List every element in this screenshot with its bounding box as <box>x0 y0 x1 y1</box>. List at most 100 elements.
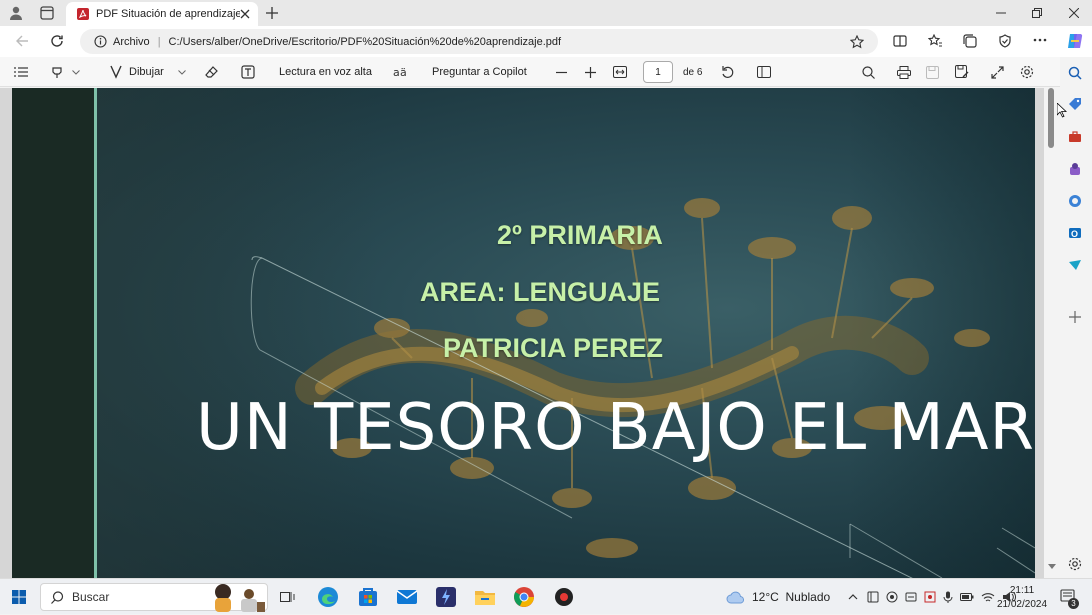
text-box-icon <box>241 65 255 79</box>
url-bar[interactable]: Archivo | C:/Users/alber/OneDrive/Escrit… <box>80 29 878 54</box>
wifi-icon[interactable] <box>981 592 995 603</box>
browser-essentials-icon[interactable] <box>998 34 1012 48</box>
save-as-button[interactable] <box>955 57 969 87</box>
svg-text:a: a <box>393 66 400 79</box>
shopping-tag-icon[interactable] <box>1068 97 1082 111</box>
screen-recorder-icon[interactable] <box>552 585 576 609</box>
page-number-field[interactable]: 1 <box>643 57 673 87</box>
draw-label: Dibujar <box>129 66 164 78</box>
url-text[interactable]: C:/Users/alber/OneDrive/Escritorio/PDF%2… <box>169 36 562 48</box>
copilot-icon[interactable] <box>1065 31 1085 51</box>
search-highlight-illustration <box>215 584 265 612</box>
page-view-button[interactable] <box>757 57 771 87</box>
print-button[interactable] <box>897 57 911 87</box>
file-explorer-icon[interactable] <box>473 585 497 609</box>
erase-button[interactable] <box>205 57 219 87</box>
draw-button[interactable]: Dibujar <box>110 57 186 87</box>
contents-button[interactable] <box>14 57 28 87</box>
chevron-down-icon[interactable] <box>178 69 186 75</box>
power-automate-icon[interactable] <box>434 585 458 609</box>
edge-browser-icon[interactable] <box>316 585 340 609</box>
profile-icon[interactable] <box>8 5 24 21</box>
minimize-button[interactable] <box>983 0 1019 26</box>
draw-pen-icon <box>110 65 122 79</box>
fullscreen-button[interactable] <box>991 57 1004 87</box>
system-tray: 12°C Nublado <box>720 579 1017 615</box>
scroll-down-arrow-icon[interactable] <box>1048 564 1056 570</box>
svg-text:O: O <box>1071 229 1078 239</box>
new-tab-icon[interactable] <box>265 6 279 20</box>
vertical-scrollbar[interactable] <box>1044 88 1060 578</box>
collections-icon[interactable] <box>963 34 977 48</box>
address-bar-row: Archivo | C:/Users/alber/OneDrive/Escrit… <box>0 26 1092 57</box>
table-of-contents-icon <box>14 66 28 78</box>
pdf-viewer[interactable]: 2º PRIMARIA AREA: LENGUAJE PATRICIA PERE… <box>0 88 1044 578</box>
task-view-icon[interactable] <box>280 590 295 604</box>
save-button[interactable] <box>926 57 939 87</box>
highlighter-icon <box>50 65 64 79</box>
favorite-star-icon[interactable] <box>850 35 864 49</box>
battery-icon[interactable] <box>960 592 974 602</box>
pdf-file-icon <box>76 7 90 21</box>
search-icon[interactable] <box>1068 66 1082 80</box>
tray-app-icon[interactable] <box>867 591 879 603</box>
close-tab-icon[interactable] <box>240 9 250 19</box>
windows-start-icon[interactable] <box>12 590 26 604</box>
page-total: de 6 <box>683 66 703 78</box>
games-icon[interactable] <box>1068 162 1082 176</box>
sidebar-settings-icon[interactable] <box>1068 557 1082 571</box>
tools-icon[interactable] <box>1068 130 1082 144</box>
search-pdf-button[interactable] <box>862 57 875 87</box>
mail-icon[interactable] <box>395 585 419 609</box>
notification-count-badge: 3 <box>1068 598 1079 609</box>
slide-grade: 2º PRIMARIA <box>497 220 663 250</box>
url-scheme-label: Archivo <box>113 35 150 48</box>
highlight-button[interactable] <box>50 57 80 87</box>
microsoft-store-icon[interactable] <box>356 585 380 609</box>
weather-text[interactable]: 12°C Nublado <box>752 590 830 604</box>
microphone-icon[interactable] <box>943 591 953 603</box>
chevron-up-icon[interactable] <box>848 594 858 600</box>
onedrive-icon[interactable] <box>905 591 917 603</box>
ask-copilot-button[interactable]: Preguntar a Copilot <box>432 57 527 87</box>
drop-icon[interactable] <box>1068 258 1082 272</box>
screen-capture-icon[interactable] <box>924 591 936 603</box>
back-icon[interactable] <box>15 34 29 48</box>
search-icon <box>51 590 64 604</box>
page-number-input[interactable]: 1 <box>643 61 673 83</box>
taskbar-clock[interactable]: 21:11 21/02/2024 <box>996 584 1048 612</box>
tab-actions-icon[interactable] <box>40 6 54 20</box>
read-aloud-button[interactable]: Lectura en voz alta <box>279 57 372 87</box>
translate-button[interactable]: aä <box>393 57 409 87</box>
zoom-out-button[interactable] <box>556 57 567 87</box>
tab-title: PDF Situación de aprendizaje.pdf <box>96 8 240 20</box>
outlook-icon[interactable]: O <box>1068 226 1082 240</box>
eraser-icon <box>205 65 219 79</box>
split-screen-icon[interactable] <box>893 34 907 48</box>
restore-button[interactable] <box>1019 0 1055 26</box>
chevron-down-icon[interactable] <box>72 69 80 75</box>
more-options-icon[interactable] <box>1033 38 1047 42</box>
favorites-icon[interactable] <box>928 34 943 48</box>
close-window-button[interactable] <box>1056 0 1092 26</box>
info-icon[interactable] <box>94 35 107 48</box>
meet-now-icon[interactable] <box>886 591 898 603</box>
add-text-button[interactable] <box>241 57 255 87</box>
rotate-button[interactable] <box>721 57 735 87</box>
refresh-icon[interactable] <box>50 34 64 48</box>
slide-author: PATRICIA PEREZ <box>443 333 664 363</box>
scrollbar-thumb[interactable] <box>1048 88 1054 148</box>
fit-page-button[interactable] <box>613 57 627 87</box>
cloud-weather-icon[interactable] <box>726 590 746 604</box>
fit-width-icon <box>613 66 627 78</box>
pdf-settings-button[interactable] <box>1020 57 1034 87</box>
microsoft-365-icon[interactable] <box>1068 194 1082 208</box>
tab-pdf-document[interactable]: PDF Situación de aprendizaje.pdf <box>66 2 258 26</box>
save-icon <box>926 65 939 79</box>
zoom-in-button[interactable] <box>585 57 596 87</box>
slide-title: UN TESORO BAJO EL MAR <box>196 391 1035 465</box>
plus-icon <box>585 66 596 78</box>
chrome-icon[interactable] <box>512 585 536 609</box>
add-sidebar-app-icon[interactable] <box>1069 311 1081 323</box>
taskbar-search-box[interactable]: Buscar <box>40 583 268 612</box>
